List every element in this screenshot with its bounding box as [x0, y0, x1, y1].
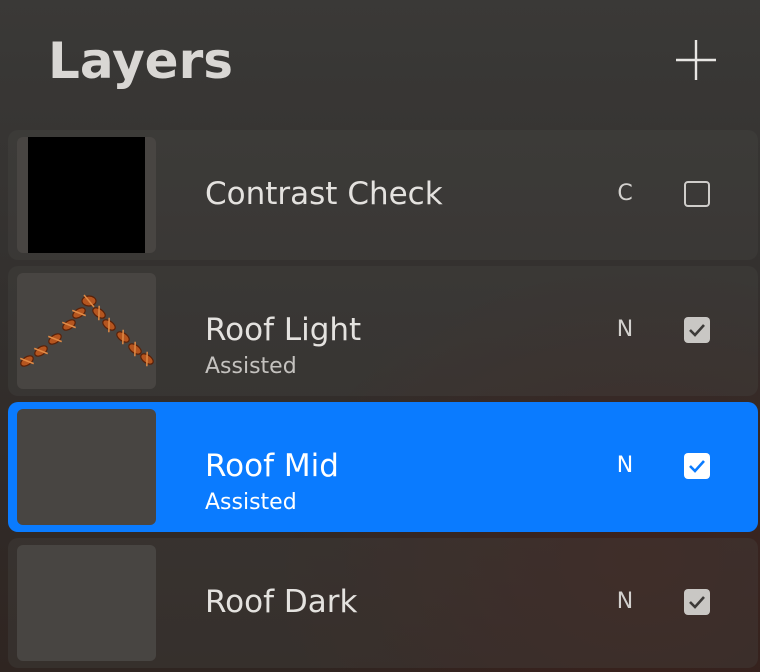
- thumbnail-black-fill: [28, 137, 145, 253]
- layer-subtitle: Assisted: [205, 490, 297, 515]
- blend-mode-button[interactable]: N: [608, 589, 642, 614]
- blend-mode-button[interactable]: N: [608, 317, 642, 342]
- layer-name: Contrast Check: [205, 176, 443, 212]
- checkmark-icon: [689, 460, 705, 473]
- layer-name: Roof Dark: [205, 584, 358, 620]
- layer-row-roof-light[interactable]: Roof Light Assisted N: [8, 266, 758, 396]
- layer-thumbnail[interactable]: [17, 545, 156, 661]
- layer-thumbnail[interactable]: [17, 409, 156, 525]
- checkmark-icon: [689, 324, 705, 337]
- layer-thumbnail[interactable]: [17, 137, 156, 253]
- checkmark-icon: [689, 596, 705, 609]
- visibility-checkbox[interactable]: [684, 589, 710, 615]
- layer-name: Roof Light: [205, 312, 362, 348]
- layer-row-roof-mid[interactable]: Roof Mid Assisted N: [8, 402, 758, 532]
- layer-row-roof-dark[interactable]: Roof Dark N: [8, 538, 758, 668]
- visibility-checkbox[interactable]: [684, 453, 710, 479]
- layer-row-contrast-check[interactable]: Contrast Check C: [8, 130, 758, 260]
- visibility-checkbox[interactable]: [684, 317, 710, 343]
- blend-mode-button[interactable]: C: [608, 181, 642, 206]
- visibility-checkbox[interactable]: [684, 181, 710, 207]
- layer-subtitle: Assisted: [205, 354, 297, 379]
- roof-beads-thumbnail: [20, 294, 154, 367]
- layer-list: Contrast Check C Roof Light Assisted N R…: [0, 0, 760, 672]
- layer-thumbnail[interactable]: [17, 273, 156, 389]
- layers-panel: Layers Contrast Check C Roof Light Assis…: [0, 0, 760, 672]
- layer-name: Roof Mid: [205, 448, 339, 484]
- blend-mode-button[interactable]: N: [608, 453, 642, 478]
